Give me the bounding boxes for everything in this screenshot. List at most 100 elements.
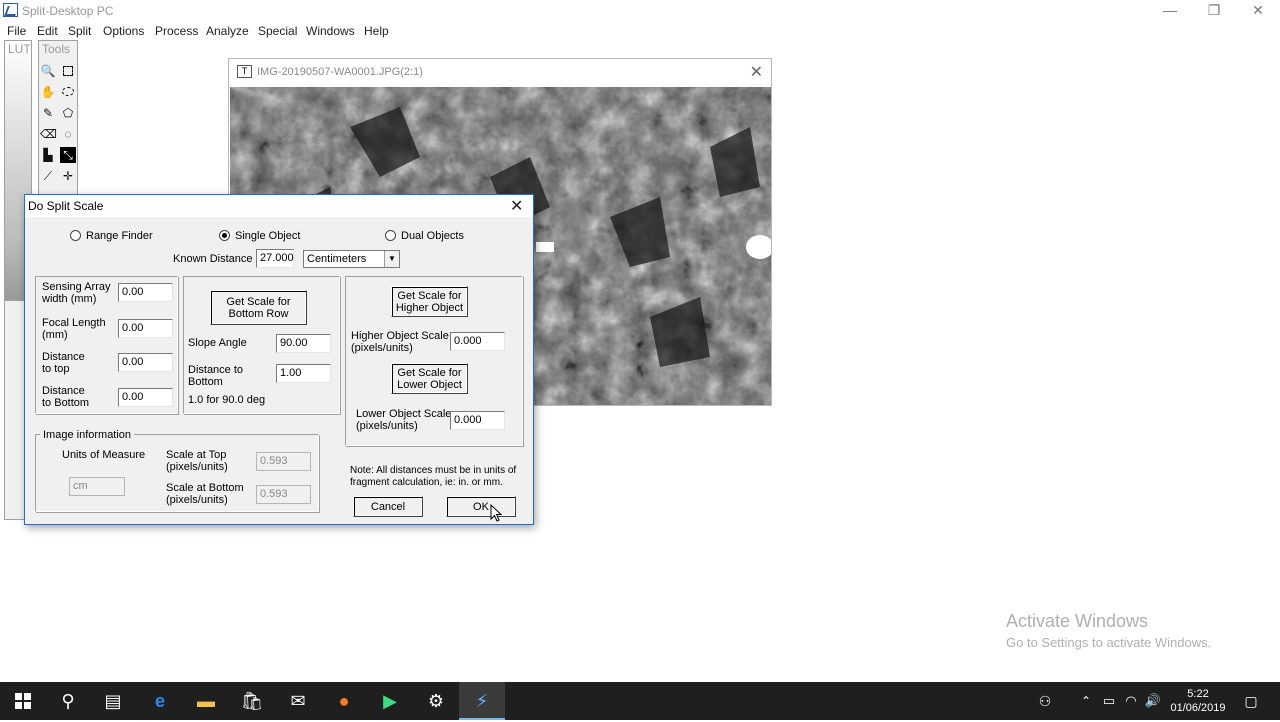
- close-button[interactable]: ✕: [1236, 0, 1280, 21]
- slope-hint: 1.0 for 90.0 deg: [188, 394, 266, 406]
- known-distance-label: Known Distance: [173, 253, 253, 265]
- search-icon[interactable]: ⚲: [45, 682, 91, 720]
- zoom-tool-icon[interactable]: 🔍: [40, 63, 56, 79]
- move-tool-icon[interactable]: ✛: [60, 168, 76, 184]
- lut-label: LUT: [8, 42, 31, 56]
- higher-scale-input[interactable]: 0.000: [450, 332, 505, 351]
- get-scale-higher-button[interactable]: Get Scale for Higher Object: [391, 286, 468, 317]
- freehand-select-icon[interactable]: ◌: [60, 126, 76, 142]
- split-scale-dialog: Do Split Scale ✕ Range Finder Single Obj…: [24, 194, 534, 525]
- line-tool-icon[interactable]: ⟋: [40, 168, 56, 184]
- menu-process[interactable]: Process: [155, 24, 198, 38]
- split-line-tool-icon[interactable]: ⤡: [60, 147, 76, 163]
- get-scale-bottom-button[interactable]: Get Scale for Bottom Row: [210, 290, 307, 325]
- pencil-tool-icon[interactable]: ✎: [40, 105, 56, 121]
- app-title: Split-Desktop PC: [22, 4, 114, 18]
- radio-range-finder[interactable]: [70, 230, 81, 241]
- eraser-tool-icon[interactable]: ⌫: [40, 126, 57, 142]
- battery-icon[interactable]: ▭: [1097, 682, 1121, 720]
- radio-single-object[interactable]: [219, 230, 230, 241]
- activate-subtitle: Go to Settings to activate Windows.: [1006, 635, 1212, 650]
- tray-clock[interactable]: 5:22 01/06/2019: [1168, 687, 1228, 715]
- app-icon: [3, 3, 18, 17]
- sensing-array-label-2: width (mm): [42, 293, 97, 305]
- slope-angle-label: Slope Angle: [188, 337, 247, 349]
- rect-select-icon[interactable]: [60, 63, 76, 79]
- menu-windows[interactable]: Windows: [306, 24, 355, 38]
- sensing-array-input[interactable]: 0.00: [118, 283, 173, 302]
- lower-scale-label-1: Lower Object Scale: [356, 408, 452, 420]
- lower-scale-input[interactable]: 0.000: [450, 411, 505, 430]
- chevron-up-icon[interactable]: ⌃: [1073, 682, 1099, 720]
- lower-scale-label-2: (pixels/units): [356, 420, 418, 432]
- dialog-titlebar: Do Split Scale ✕: [25, 195, 533, 217]
- minimize-button[interactable]: —: [1148, 0, 1192, 21]
- file-explorer-icon[interactable]: ▬: [183, 682, 229, 720]
- tools-label: Tools: [42, 42, 71, 56]
- people-icon[interactable]: ⚇: [1030, 682, 1060, 720]
- scale-bottom-field: 0.593: [256, 485, 311, 504]
- cancel-button[interactable]: Cancel: [353, 496, 423, 517]
- start-icon[interactable]: [0, 682, 46, 720]
- distance-to-bottom-label-1: Distance to: [188, 364, 244, 376]
- task-view-icon[interactable]: ▤: [90, 682, 136, 720]
- mail-icon[interactable]: ✉: [275, 682, 321, 720]
- radio-dual-objects[interactable]: [385, 230, 396, 241]
- distance-top-input[interactable]: 0.00: [118, 353, 173, 372]
- unit-select[interactable]: Centimeters ▼: [303, 250, 400, 268]
- focal-length-label-2: (mm): [42, 329, 68, 341]
- split-desktop-taskbar-icon[interactable]: ⚡: [459, 682, 505, 720]
- menu-file[interactable]: File: [7, 24, 26, 38]
- distance-bottom-input[interactable]: 0.00: [118, 388, 173, 407]
- focal-length-input[interactable]: 0.00: [118, 319, 173, 338]
- menu-special[interactable]: Special: [258, 24, 297, 38]
- settings-gear-icon[interactable]: ⚙: [413, 682, 459, 720]
- menu-help[interactable]: Help: [364, 24, 389, 38]
- slope-angle-input[interactable]: 90.00: [276, 334, 331, 353]
- mouse-cursor-icon: [490, 503, 503, 526]
- firefox-icon[interactable]: ●: [321, 682, 367, 720]
- dialog-close-icon[interactable]: ✕: [510, 196, 523, 216]
- wifi-icon[interactable]: ◠: [1119, 682, 1143, 720]
- app-launcher-icon[interactable]: ▶: [367, 682, 413, 720]
- activate-windows-watermark: Activate Windows Go to Settings to activ…: [1006, 611, 1211, 650]
- store-icon[interactable]: 🛍: [229, 682, 275, 720]
- distance-bottom-label-1: Distance: [42, 385, 85, 397]
- single-object-label: Single Object: [235, 230, 301, 242]
- unit-select-value: Centimeters: [307, 253, 367, 265]
- note-line-1: Note: All distances must be in units of: [350, 465, 517, 476]
- polygon-select-icon[interactable]: ⬠: [60, 105, 76, 121]
- higher-scale-label-1: Higher Object Scale: [351, 330, 449, 342]
- distance-to-bottom-input[interactable]: 1.00: [276, 364, 331, 383]
- menu-split[interactable]: Split: [68, 24, 91, 38]
- distance-top-label-2: to top: [42, 363, 70, 375]
- hand-tool-icon[interactable]: ✋: [40, 84, 56, 100]
- image-close-icon[interactable]: ✕: [750, 62, 763, 82]
- brush-tool-icon[interactable]: ▙: [40, 147, 56, 163]
- units-of-measure-label: Units of Measure: [62, 449, 146, 461]
- clock-time: 5:22: [1187, 688, 1209, 700]
- units-of-measure-field: cm: [69, 477, 125, 496]
- get-scale-lower-button[interactable]: Get Scale for Lower Object: [391, 363, 468, 394]
- focal-length-label-1: Focal Length: [42, 317, 106, 329]
- clock-date: 01/06/2019: [1170, 702, 1226, 714]
- dual-objects-label: Dual Objects: [401, 230, 464, 242]
- chevron-down-icon[interactable]: ▼: [384, 251, 399, 267]
- menu-analyze[interactable]: Analyze: [206, 24, 249, 38]
- ellipse-select-icon[interactable]: [60, 84, 76, 100]
- range-finder-label: Range Finder: [86, 230, 153, 242]
- notification-icon[interactable]: ▢: [1236, 682, 1266, 720]
- edge-browser-icon[interactable]: e: [137, 682, 183, 720]
- restore-button[interactable]: ❐: [1192, 0, 1236, 21]
- ok-button[interactable]: OK: [446, 496, 516, 517]
- distance-bottom-label-2: to Bottom: [42, 397, 90, 409]
- taskbar: ⚲ ▤ e ▬ 🛍 ✉ ● ▶ ⚙ ⚡ ⚇ ⌃ ▭ ◠ 🔊 ▢: [0, 682, 1280, 720]
- menu-options[interactable]: Options: [103, 24, 144, 38]
- sensing-array-label-1: Sensing Array: [42, 281, 111, 293]
- menu-edit[interactable]: Edit: [37, 24, 58, 38]
- app-titlebar: Split-Desktop PC — ❐ ✕: [0, 0, 1280, 21]
- volume-icon[interactable]: 🔊: [1141, 682, 1165, 720]
- activate-title: Activate Windows: [1006, 611, 1149, 631]
- distance-to-bottom-label-2: Bottom: [188, 376, 223, 388]
- known-distance-input[interactable]: 27.000: [256, 249, 294, 268]
